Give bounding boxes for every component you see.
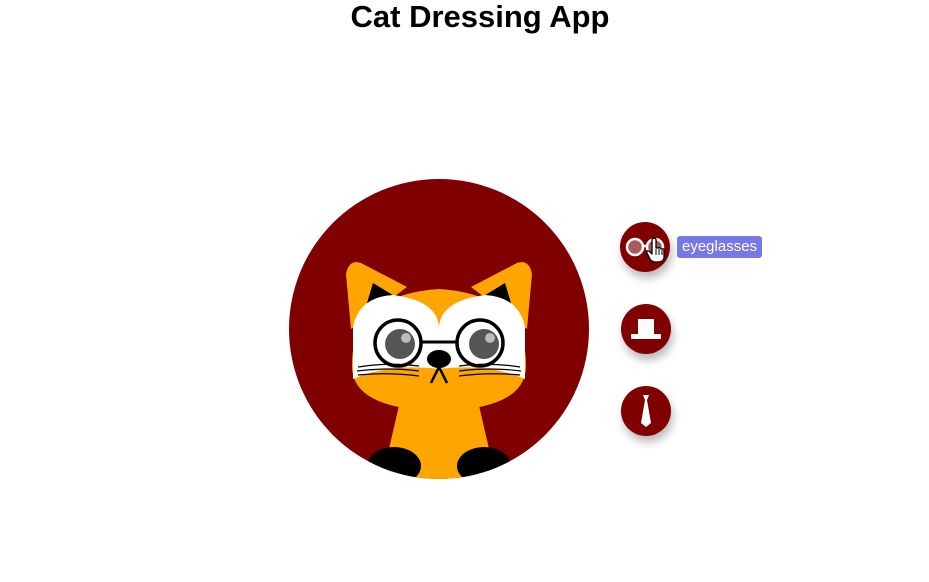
eyeglasses-icon (625, 237, 665, 257)
page-title: Cat Dressing App (350, 0, 610, 34)
hat-button[interactable] (621, 304, 671, 354)
tie-button[interactable] (621, 386, 671, 436)
cat-nose (427, 350, 451, 368)
eyeglasses-button[interactable] (620, 222, 670, 272)
accessory-tooltip: eyeglasses (677, 236, 763, 258)
cat-right-eye (469, 329, 499, 359)
cat-avatar (289, 179, 589, 479)
top-hat-icon (631, 319, 661, 339)
cat-illustration (289, 179, 589, 479)
cat-left-eye (385, 329, 415, 359)
necktie-icon (641, 395, 651, 427)
